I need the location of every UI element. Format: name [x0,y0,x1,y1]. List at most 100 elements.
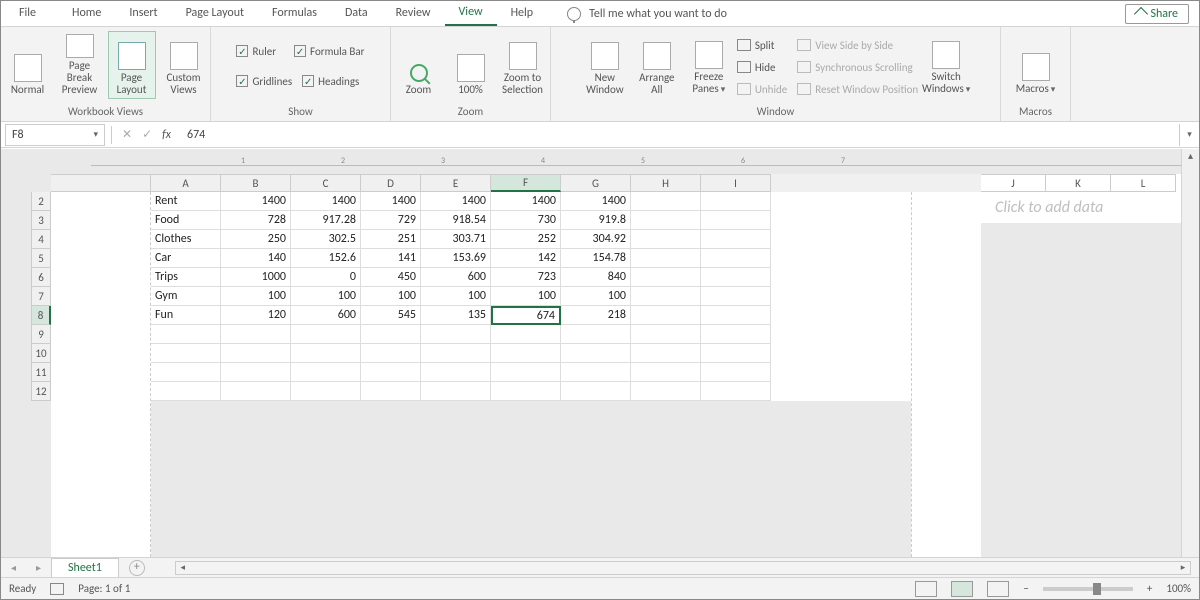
cell-C11[interactable] [291,363,361,382]
tab-insert[interactable]: Insert [115,2,171,25]
cell-C10[interactable] [291,344,361,363]
cell-E4[interactable]: 303.71 [421,230,491,249]
page-break-view-status-button[interactable] [987,581,1009,597]
page-layout-view-status-button[interactable] [951,581,973,597]
normal-view-status-button[interactable] [915,581,937,597]
cell-C3[interactable]: 917.28 [291,211,361,230]
zoom-to-selection-button[interactable]: Zoom to Selection [499,31,547,99]
cell-D2[interactable]: 1400 [361,192,421,211]
row-header-3[interactable]: 3 [31,211,51,230]
tab-view[interactable]: View [445,1,497,26]
name-box[interactable]: F8 ▾ [5,124,105,146]
cell-E2[interactable]: 1400 [421,192,491,211]
row-header-9[interactable]: 9 [31,325,51,344]
cell-C8[interactable]: 600 [291,306,361,325]
row-header-7[interactable]: 7 [31,287,51,306]
cell-C6[interactable]: 0 [291,268,361,287]
cell-H5[interactable] [631,249,701,268]
cell-A7[interactable]: Gym [151,287,221,306]
row-header-12[interactable]: 12 [31,382,51,401]
cell-H2[interactable] [631,192,701,211]
column-header-A[interactable]: A [151,174,221,192]
macro-record-icon[interactable] [50,583,64,595]
cell-E12[interactable] [421,382,491,401]
row-header-6[interactable]: 6 [31,268,51,287]
cell-I8[interactable] [701,306,771,325]
cell-C9[interactable] [291,325,361,344]
zoom-out-button[interactable]: − [1023,582,1028,595]
cell-A5[interactable]: Car [151,249,221,268]
column-header-L[interactable]: L [1111,174,1176,192]
cell-G11[interactable] [561,363,631,382]
column-header-I[interactable]: I [701,174,771,192]
cell-D5[interactable]: 141 [361,249,421,268]
cancel-formula-button[interactable]: ✕ [122,127,132,142]
next-page-area[interactable]: JKL Click to add data [981,174,1181,223]
cell-B9[interactable] [221,325,291,344]
column-header-C[interactable]: C [291,174,361,192]
page-break-preview-button[interactable]: Page Break Preview [56,31,104,99]
cell-G12[interactable] [561,382,631,401]
cell-E7[interactable]: 100 [421,287,491,306]
cell-H4[interactable] [631,230,701,249]
tab-review[interactable]: Review [382,2,445,25]
formula-input[interactable]: 674 [179,128,1179,142]
split-button[interactable]: Split [737,35,787,55]
cell-I11[interactable] [701,363,771,382]
column-header-G[interactable]: G [561,174,631,192]
custom-views-button[interactable]: Custom Views [160,31,208,99]
cell-A9[interactable] [151,325,221,344]
synchronous-scrolling-button[interactable]: Synchronous Scrolling [797,57,918,77]
row-header-8[interactable]: 8 [31,306,51,325]
column-header-H[interactable]: H [631,174,701,192]
cell-A2[interactable]: Rent [151,192,221,211]
cell-G7[interactable]: 100 [561,287,631,306]
cell-C2[interactable]: 1400 [291,192,361,211]
cell-C7[interactable]: 100 [291,287,361,306]
cell-G9[interactable] [561,325,631,344]
cell-G6[interactable]: 840 [561,268,631,287]
column-header-E[interactable]: E [421,174,491,192]
enter-formula-button[interactable]: ✓ [142,127,152,142]
cell-D11[interactable] [361,363,421,382]
cell-E9[interactable] [421,325,491,344]
scroll-right-button[interactable]: ▸ [1176,562,1190,573]
horizontal-scrollbar[interactable]: ◂ ▸ [175,561,1191,575]
page-layout-view-button[interactable]: Page Layout [108,31,156,99]
zoom-in-button[interactable]: + [1147,582,1152,595]
share-button[interactable]: Share [1125,4,1189,24]
cell-E6[interactable]: 600 [421,268,491,287]
cell-E11[interactable] [421,363,491,382]
sheet-nav-prev[interactable]: ◂ [11,561,16,574]
cell-G3[interactable]: 919.8 [561,211,631,230]
cell-F7[interactable]: 100 [491,287,561,306]
sheet-nav-next[interactable]: ▸ [36,561,41,574]
column-header-B[interactable]: B [221,174,291,192]
expand-formula-bar-button[interactable]: ▾ [1179,124,1199,146]
cell-H8[interactable] [631,306,701,325]
sheet-tab-sheet1[interactable]: Sheet1 [51,558,119,577]
cell-B12[interactable] [221,382,291,401]
column-header-D[interactable]: D [361,174,421,192]
cell-H7[interactable] [631,287,701,306]
macros-button[interactable]: Macros▾ [1012,31,1060,99]
cell-I5[interactable] [701,249,771,268]
cell-H11[interactable] [631,363,701,382]
gridlines-checkbox[interactable]: ✓Gridlines [236,71,292,91]
tell-me-search[interactable]: Tell me what you want to do [567,7,727,21]
fx-button[interactable]: fx [162,128,171,142]
cell-A10[interactable] [151,344,221,363]
cell-C4[interactable]: 302.5 [291,230,361,249]
cell-F6[interactable]: 723 [491,268,561,287]
switch-windows-button[interactable]: Switch Windows▾ [922,31,970,99]
cell-F3[interactable]: 730 [491,211,561,230]
cell-D8[interactable]: 545 [361,306,421,325]
cell-A8[interactable]: Fun [151,306,221,325]
cell-H9[interactable] [631,325,701,344]
cell-F10[interactable] [491,344,561,363]
cell-E5[interactable]: 153.69 [421,249,491,268]
cell-B2[interactable]: 1400 [221,192,291,211]
new-sheet-button[interactable]: + [129,560,145,576]
cell-G4[interactable]: 304.92 [561,230,631,249]
cell-H10[interactable] [631,344,701,363]
